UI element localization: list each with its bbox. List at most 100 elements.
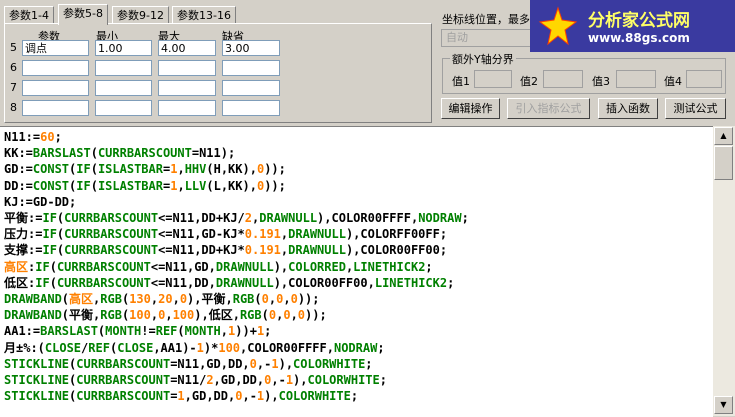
- param-default-field[interactable]: [222, 60, 280, 76]
- code-token: DD:=: [4, 178, 33, 193]
- code-line: 支撑:=IF(CURRBARSCOUNT<=N11,DD+KJ*0.191,DR…: [4, 242, 447, 258]
- tab-params-13-16[interactable]: 参数13-16: [172, 6, 236, 24]
- value4-label: 值4: [664, 75, 682, 88]
- code-token: 月±%:(: [4, 340, 45, 355]
- code-line: N11:=60;: [4, 129, 62, 145]
- code-token: 0.191: [244, 227, 281, 242]
- value3-field[interactable]: [616, 70, 656, 88]
- tab-params-1-4[interactable]: 参数1-4: [4, 6, 54, 24]
- code-token: 低区: [4, 275, 29, 290]
- value4-field[interactable]: [686, 70, 722, 88]
- code-token: ),: [264, 389, 279, 404]
- code-token: (L,KK),: [206, 178, 257, 193]
- code-token: CURRBARSCOUNT: [64, 227, 159, 242]
- param-max-field[interactable]: [158, 80, 216, 96]
- code-token: 高区: [69, 292, 94, 306]
- code-token: ));: [264, 178, 286, 193]
- param-name-field[interactable]: 调点: [22, 40, 89, 56]
- code-token: REF: [155, 324, 178, 339]
- code-token: CLOSE: [44, 340, 82, 355]
- code-token: <=N11,GD,: [150, 259, 216, 274]
- code-token: ,: [165, 308, 173, 323]
- test-formula-button[interactable]: 测试公式: [665, 98, 726, 119]
- value1-field[interactable]: [474, 70, 512, 88]
- code-token: CURRBARSCOUNT: [76, 373, 171, 387]
- code-token: ;: [350, 389, 359, 404]
- tab-params-5-8[interactable]: 参数5-8: [58, 4, 108, 25]
- code-token: ;: [461, 211, 469, 225]
- code-line: STICKLINE(CURRBARSCOUNT=N11,GD,DD,0,-1),…: [4, 356, 373, 372]
- code-token: RGB: [100, 308, 122, 323]
- code-token: 20: [158, 292, 173, 306]
- vertical-scrollbar[interactable]: ▲ ▼: [713, 126, 735, 416]
- row-number: 7: [10, 81, 17, 94]
- code-token: (: [49, 275, 57, 290]
- param-min-field[interactable]: [95, 60, 152, 76]
- code-token: (: [90, 178, 98, 193]
- import-formula-button[interactable]: 引入指标公式: [507, 98, 590, 119]
- code-token: IF: [35, 259, 50, 274]
- code-token: (: [90, 162, 98, 177]
- param-min-field[interactable]: [95, 80, 152, 96]
- code-token: ),COLORFF00FF;: [345, 227, 448, 242]
- formula-editor[interactable]: N11:=60; KK:=BARSLAST(CURRBARSCOUNT=N11);…: [0, 126, 713, 417]
- code-token: ISLASTBAR: [97, 178, 163, 193]
- row-number: 8: [10, 101, 17, 114]
- insert-function-button[interactable]: 插入函数: [598, 98, 658, 119]
- param-name-field[interactable]: [22, 80, 89, 96]
- code-token: 60: [40, 130, 55, 144]
- code-token: LLV: [184, 178, 207, 193]
- code-token: ,: [150, 308, 159, 323]
- param-default-field[interactable]: [222, 80, 280, 96]
- param-min-field[interactable]: [95, 100, 152, 116]
- code-line: AA1:=BARSLAST(MONTH!=REF(MONTH,1))+1;: [4, 323, 271, 339]
- param-max-field[interactable]: [158, 60, 216, 76]
- code-token: <=N11,DD+KJ*: [158, 243, 245, 258]
- code-token: COLORWHITE: [293, 356, 366, 371]
- code-token: N11:=: [4, 130, 41, 144]
- param-name-field[interactable]: [22, 60, 89, 76]
- scroll-down-arrow-icon[interactable]: ▼: [714, 396, 733, 414]
- code-token: ;: [379, 373, 387, 387]
- code-token: STICKLINE: [4, 356, 70, 371]
- code-token: STICKLINE: [4, 389, 70, 404]
- code-token: CURRBARSCOUNT: [97, 146, 192, 161]
- param-max-field[interactable]: 4.00: [158, 40, 216, 56]
- code-token: DRAWNULL: [288, 243, 346, 258]
- code-token: 0: [261, 292, 269, 306]
- code-token: DRAWBAND: [4, 292, 62, 306]
- code-token: ));: [264, 162, 286, 177]
- logo-icon: [536, 6, 580, 46]
- code-token: !=: [141, 324, 156, 339]
- code-token: ;: [377, 340, 385, 355]
- code-token: ),COLOR00FF00;: [345, 243, 448, 258]
- param-default-field[interactable]: [222, 100, 280, 116]
- param-name-field[interactable]: [22, 100, 89, 116]
- code-token: CURRBARSCOUNT: [64, 243, 159, 258]
- code-token: ,: [177, 162, 185, 177]
- code-token: (: [61, 292, 70, 306]
- row-number: 6: [10, 61, 17, 74]
- code-token: ,: [172, 292, 180, 306]
- code-token: 2: [244, 211, 253, 225]
- edit-operation-button[interactable]: 编辑操作: [441, 98, 500, 119]
- param-min-field[interactable]: 1.00: [95, 40, 152, 56]
- code-token: 1: [271, 356, 279, 371]
- code-token: ,: [220, 324, 229, 339]
- code-token: ));: [305, 308, 327, 323]
- tab-params-9-12[interactable]: 参数9-12: [112, 6, 169, 24]
- param-default-field[interactable]: 3.00: [222, 40, 280, 56]
- code-token: ,: [177, 178, 185, 193]
- value2-field[interactable]: [543, 70, 583, 88]
- code-token: COLORWHITE: [278, 389, 351, 404]
- code-token: HHV: [184, 162, 207, 177]
- code-token: 0.191: [244, 243, 281, 258]
- code-line: 压力:=IF(CURRBARSCOUNT<=N11,GD-KJ*0.191,DR…: [4, 226, 447, 242]
- code-line: STICKLINE(CURRBARSCOUNT=1,GD,DD,0,-1),CO…: [4, 388, 358, 404]
- code-token: BARSLAST: [40, 324, 98, 339]
- scroll-thumb[interactable]: [714, 146, 733, 180]
- scroll-up-arrow-icon[interactable]: ▲: [714, 127, 733, 145]
- code-token: ),: [278, 356, 294, 371]
- row-number: 5: [10, 41, 17, 54]
- param-max-field[interactable]: [158, 100, 216, 116]
